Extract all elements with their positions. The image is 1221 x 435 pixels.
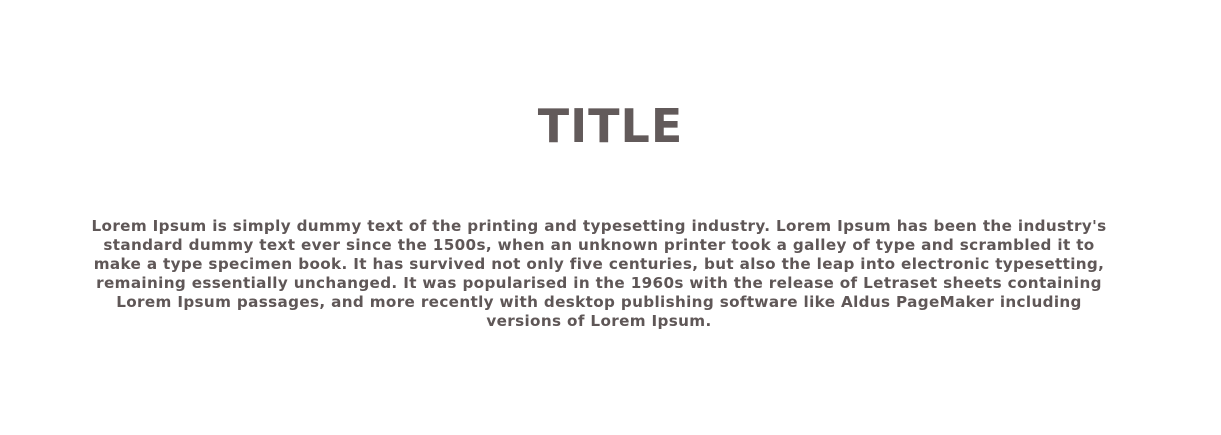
body-paragraph: Lorem Ipsum is simply dummy text of the … xyxy=(91,217,1107,330)
hero-section: TITLE Lorem Ipsum is simply dummy text o… xyxy=(0,0,1221,435)
page-title: TITLE xyxy=(537,99,684,153)
